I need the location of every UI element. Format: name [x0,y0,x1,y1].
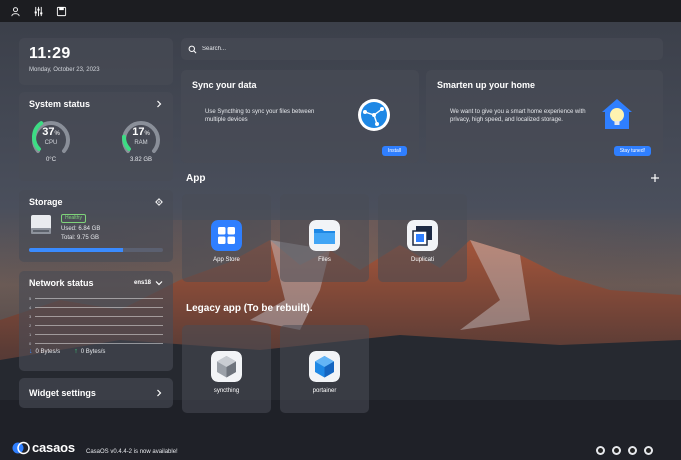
cpu-unit: % [54,131,60,137]
upload-arrow-icon: ↑ [74,348,78,355]
app-tile-duplicati[interactable]: Duplicati [378,194,467,282]
legacy-app-heading: Legacy app (To be rebuilt). [186,303,313,314]
widget-settings-button[interactable]: Widget settings [19,378,173,408]
app-tile-app-store[interactable]: App Store [182,194,271,282]
cpu-value: 37 [42,126,55,138]
ram-unit: % [144,131,150,137]
download-rate: 0 Bytes/s [35,349,61,355]
system-status-title: System status [29,99,91,109]
brand-name: casaos [32,440,75,455]
ram-label: RAM [134,140,148,146]
ram-size: 3.82 GB [129,157,152,163]
network-status-widget: Network status ens18 543210 ↓ 0 Bytes/s ↑… [19,271,173,371]
sliders-icon[interactable] [32,5,44,17]
plus-icon[interactable] [650,173,660,183]
storage-widget: Storage Healthy Used: 6.84 GB Total: 9.7… [19,190,173,262]
smart-home-icon [602,99,632,129]
chevron-right-icon [157,389,162,397]
cpu-temp: 0°C [45,157,57,163]
app-tile-portainer[interactable]: portainer [280,325,369,413]
app-tile-files[interactable]: Files [280,194,369,282]
clock-date: Monday, October 23, 2023 [29,67,100,73]
portainer-box-icon [309,351,340,382]
health-badge: Healthy [61,214,86,223]
install-button[interactable]: Install [381,146,407,156]
update-notice[interactable]: CasaOS v0.4.4-2 is now available! [86,449,178,455]
smart-card-text: We want to give you a smart home experie… [450,109,586,123]
storage-used: Used: 6.84 GB [61,226,101,232]
smart-card-title: Smarten up your home [437,80,536,90]
ram-value: 17 [132,126,145,138]
chevron-down-icon[interactable] [155,279,163,287]
search-input[interactable] [202,46,502,52]
app-label: syncthing [213,388,240,394]
app-label: Duplicati [410,257,434,263]
top-bar [0,0,681,22]
system-status-widget: System status 37% CPU 0°C 17% RAM 3.82 G… [19,92,173,181]
app-label: portainer [312,388,337,394]
network-chart: 543210 [29,294,163,347]
network-status-title: Network status [29,278,94,288]
stay-tuned-button[interactable]: Stay tuned! [613,146,651,156]
ram-gauge: 17% RAM 3.82 GB [119,115,163,163]
network-gridline-stroke [35,342,163,344]
syncthing-box-icon [211,351,242,382]
network-gridline-stroke [35,297,163,299]
casaos-logo-icon [12,441,30,454]
storage-usage-fill [29,248,123,252]
app-section-heading: App [186,173,206,184]
widget-settings-label: Widget settings [29,388,96,398]
search-icon [188,45,197,53]
network-gridline: 4 [29,303,163,311]
cpu-label: CPU [44,140,58,146]
sync-card-text: Use Syncthing to sync your files between… [205,109,315,123]
smart-home-card: Smarten up your home We want to give you… [426,70,663,163]
casaos-logo: casaos [12,440,75,455]
clock-widget: 11:29 Monday, October 23, 2023 [19,38,173,85]
network-gridline: 3 [29,312,163,320]
download-arrow-icon: ↓ [29,348,33,355]
network-gridline-stroke [35,333,163,335]
chevron-right-icon[interactable] [155,100,163,108]
storage-total: Total: 9.75 GB [61,235,100,241]
cpu-gauge: 37% CPU 0°C [29,115,73,163]
network-interface[interactable]: ens18 [134,280,151,286]
storage-usage-bar [29,248,163,252]
network-gridline: 0 [29,339,163,347]
app-label: App Store [213,257,240,263]
network-gridline-stroke [35,324,163,326]
sync-card-title: Sync your data [192,80,257,90]
duplicati-icon [407,220,438,251]
search-bar [181,38,663,60]
folder-icon [309,220,340,251]
github-icon[interactable] [628,446,637,455]
storage-title: Storage [29,197,63,207]
network-gridline-stroke [35,306,163,308]
network-gridline: 1 [29,330,163,338]
network-gridline-stroke [35,315,163,317]
reddit-icon[interactable] [612,446,621,455]
network-gridline: 5 [29,294,163,302]
user-settings-icon[interactable] [9,5,21,17]
app-label: Files [318,257,331,263]
globe-icon[interactable] [644,446,653,455]
upload-rate: 0 Bytes/s [80,349,106,355]
save-icon[interactable] [55,5,67,17]
app-tile-syncthing[interactable]: syncthing [182,325,271,413]
gear-icon[interactable] [155,198,163,206]
disk-icon [31,215,51,234]
sync-data-card: Sync your data Use Syncthing to sync you… [181,70,419,163]
social-links [596,446,653,455]
network-gridline: 2 [29,321,163,329]
clock-time: 11:29 [29,45,71,62]
app-store-icon [211,220,242,251]
discord-icon[interactable] [596,446,605,455]
syncthing-logo-icon [358,99,390,131]
